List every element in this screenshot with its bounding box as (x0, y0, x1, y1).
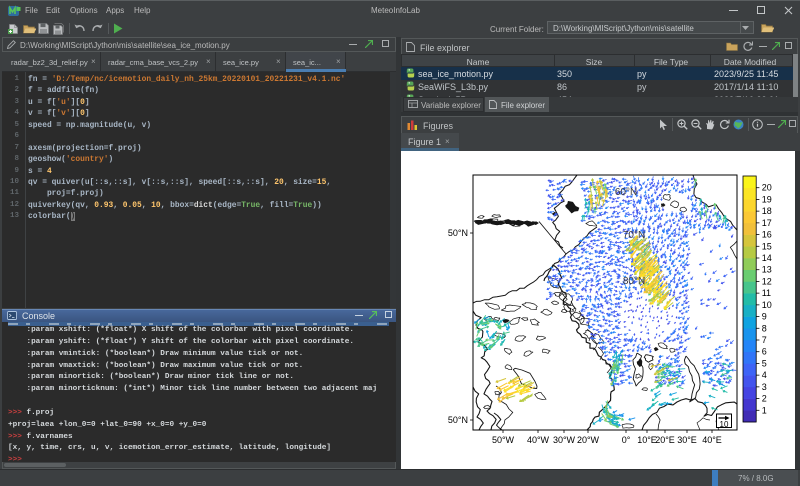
svg-text:20: 20 (762, 183, 772, 193)
svg-text:16: 16 (762, 230, 772, 240)
svg-text:10: 10 (762, 300, 772, 310)
svg-text:70°N: 70°N (623, 230, 645, 241)
svg-text:20°W: 20°W (577, 435, 600, 445)
svg-text:7: 7 (762, 335, 767, 345)
svg-text:0°: 0° (622, 435, 631, 445)
svg-text:50°N: 50°N (448, 228, 468, 238)
svg-text:12: 12 (762, 276, 772, 286)
svg-text:20°E: 20°E (655, 435, 675, 445)
svg-text:9: 9 (762, 312, 767, 322)
svg-text:3: 3 (762, 382, 767, 392)
svg-text:1: 1 (762, 405, 767, 415)
svg-text:50°W: 50°W (492, 435, 515, 445)
svg-text:40°W: 40°W (527, 435, 550, 445)
svg-text:30°W: 30°W (553, 435, 576, 445)
svg-text:2: 2 (762, 394, 767, 404)
svg-text:30°E: 30°E (677, 435, 697, 445)
svg-text:8: 8 (762, 323, 767, 333)
svg-text:5: 5 (762, 358, 767, 368)
svg-text:40°E: 40°E (702, 435, 722, 445)
svg-text:6: 6 (762, 347, 767, 357)
svg-text:50°N: 50°N (448, 415, 468, 425)
svg-text:4: 4 (762, 370, 767, 380)
svg-text:10°E: 10°E (637, 435, 657, 445)
svg-text:19: 19 (762, 194, 772, 204)
svg-text:13: 13 (762, 265, 772, 275)
svg-text:14: 14 (762, 253, 772, 263)
svg-text:60°N: 60°N (615, 187, 637, 198)
svg-text:80°N: 80°N (623, 276, 645, 287)
svg-text:17: 17 (762, 218, 772, 228)
svg-text:10: 10 (720, 420, 729, 429)
svg-text:18: 18 (762, 206, 772, 216)
svg-text:15: 15 (762, 241, 772, 251)
svg-text:11: 11 (762, 288, 771, 298)
